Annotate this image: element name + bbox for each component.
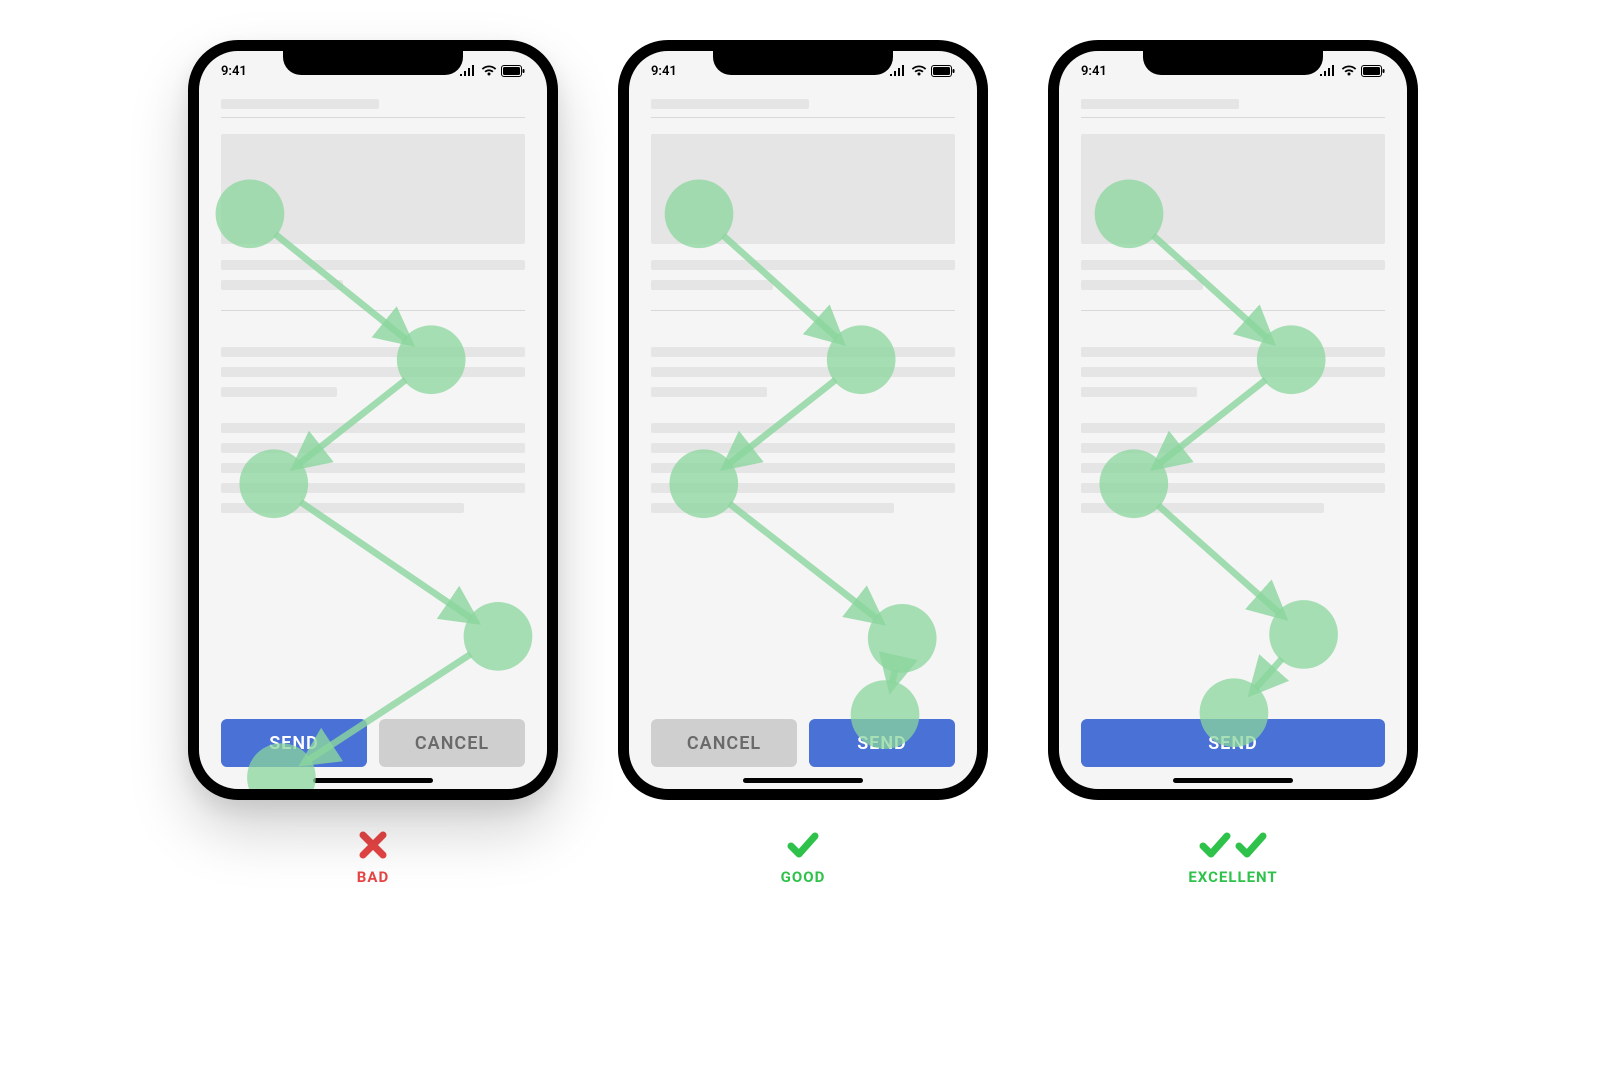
text-skeleton (221, 503, 464, 513)
send-button[interactable]: SEND (809, 719, 955, 767)
text-skeleton (651, 260, 955, 270)
rating-icons (357, 828, 389, 862)
image-placeholder (221, 134, 525, 244)
send-button[interactable]: SEND (221, 719, 367, 767)
home-indicator (313, 778, 433, 783)
phone-frame: 9:41 CANCELSEND (618, 40, 988, 800)
text-skeleton (1081, 260, 1385, 270)
button-row: SENDCANCEL (221, 719, 525, 767)
text-skeleton (651, 483, 955, 493)
divider (221, 310, 525, 311)
header-skeleton (1081, 99, 1239, 109)
image-placeholder (1081, 134, 1385, 244)
text-skeleton (1081, 347, 1385, 357)
divider (221, 117, 525, 118)
text-skeleton (221, 483, 525, 493)
text-skeleton (651, 423, 955, 433)
header-skeleton (651, 99, 809, 109)
image-placeholder (651, 134, 955, 244)
check-icon (1235, 830, 1267, 860)
text-skeleton (1081, 367, 1385, 377)
text-skeleton (1081, 280, 1203, 290)
text-skeleton (651, 463, 955, 473)
cancel-button[interactable]: CANCEL (651, 719, 797, 767)
rating-label-good: GOOD (781, 828, 826, 886)
screen-content: SEND (1059, 85, 1407, 789)
rating-label-excellent: EXCELLENT (1188, 828, 1277, 886)
check-icon (1199, 830, 1231, 860)
text-skeleton (651, 443, 955, 453)
home-indicator (743, 778, 863, 783)
text-skeleton (1081, 423, 1385, 433)
rating-icons (1188, 828, 1277, 862)
phone-frame: 9:41 SEND (1048, 40, 1418, 800)
divider (1081, 117, 1385, 118)
rating-text: GOOD (781, 868, 826, 886)
status-time: 9:41 (651, 64, 677, 79)
button-row: SEND (1081, 719, 1385, 767)
home-indicator (1173, 778, 1293, 783)
status-icons (889, 65, 955, 77)
text-skeleton (221, 347, 525, 357)
button-row: CANCELSEND (651, 719, 955, 767)
text-skeleton (1081, 503, 1324, 513)
rating-text: EXCELLENT (1188, 868, 1277, 886)
text-skeleton (651, 367, 955, 377)
text-skeleton (1081, 387, 1197, 397)
screen-content: CANCELSEND (629, 85, 977, 789)
phone-notch (283, 49, 463, 75)
text-skeleton (1081, 443, 1385, 453)
send-button[interactable]: SEND (1081, 719, 1385, 767)
text-skeleton (221, 423, 525, 433)
divider (651, 117, 955, 118)
text-skeleton (221, 443, 525, 453)
cancel-button[interactable]: CANCEL (379, 719, 525, 767)
check-icon (787, 830, 819, 860)
text-skeleton (651, 387, 767, 397)
divider (1081, 310, 1385, 311)
cross-icon (358, 830, 388, 860)
text-skeleton (221, 387, 337, 397)
text-skeleton (1081, 483, 1385, 493)
phone-notch (713, 49, 893, 75)
status-icons (1319, 65, 1385, 77)
text-skeleton (221, 367, 525, 377)
status-time: 9:41 (1081, 64, 1107, 79)
header-skeleton (221, 99, 379, 109)
text-skeleton (221, 280, 343, 290)
text-skeleton (1081, 463, 1385, 473)
rating-label-bad: BAD (357, 828, 389, 886)
status-icons (459, 65, 525, 77)
divider (651, 310, 955, 311)
text-skeleton (651, 503, 894, 513)
phone-notch (1143, 49, 1323, 75)
status-time: 9:41 (221, 64, 247, 79)
column-bad: 9:41 SENDCANCEL BAD (188, 40, 558, 886)
rating-icons (781, 828, 826, 862)
rating-text: BAD (357, 868, 389, 886)
text-skeleton (221, 260, 525, 270)
phone-frame: 9:41 SENDCANCEL (188, 40, 558, 800)
text-skeleton (221, 463, 525, 473)
text-skeleton (651, 347, 955, 357)
column-good: 9:41 CANCELSEND GOOD (618, 40, 988, 886)
text-skeleton (651, 280, 773, 290)
screen-content: SENDCANCEL (199, 85, 547, 789)
column-excellent: 9:41 SEND EXCELLENT (1048, 40, 1418, 886)
